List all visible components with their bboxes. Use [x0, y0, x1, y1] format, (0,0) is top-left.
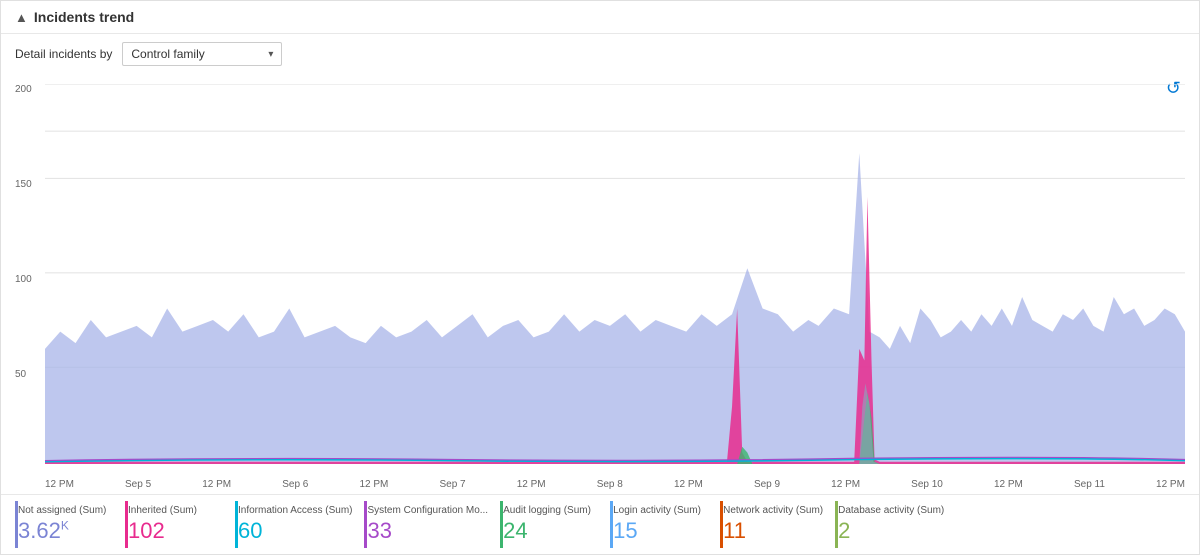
- legend-name-6: Network activity (Sum): [723, 505, 823, 516]
- legend-name-4: Audit logging (Sum): [503, 505, 591, 516]
- legend-name-0: Not assigned (Sum): [18, 505, 106, 516]
- legend-item-4: Audit logging (Sum) 24: [500, 501, 610, 548]
- x-label-6: 12 PM: [994, 479, 1023, 490]
- legend-item-1: Inherited (Sum) 102: [125, 501, 235, 548]
- y-axis: 200 150 100 50: [15, 84, 32, 464]
- legend-value-0: 3.62K: [18, 518, 69, 544]
- legend-item-3: System Configuration Mo... 33: [364, 501, 500, 548]
- legend-value-1: 102: [128, 518, 165, 544]
- legend-value-6: 11: [723, 518, 746, 544]
- x-label-sep8: Sep 8: [597, 479, 623, 490]
- legend-item-7: Database activity (Sum) 2: [835, 501, 956, 548]
- not-assigned-area: [45, 153, 1185, 464]
- control-family-dropdown[interactable]: Control family ▾: [122, 42, 282, 66]
- legend-area: Not assigned (Sum) 3.62K Inherited (Sum) 10…: [1, 494, 1199, 554]
- legend-item-0: Not assigned (Sum) 3.62K: [15, 501, 125, 548]
- x-label-0: 12 PM: [45, 479, 74, 490]
- x-label-sep5: Sep 5: [125, 479, 151, 490]
- legend-value-4: 24: [503, 518, 527, 544]
- detail-by-label: Detail incidents by: [15, 47, 112, 61]
- legend-item-6: Network activity (Sum) 11: [720, 501, 835, 548]
- legend-name-2: Information Access (Sum): [238, 505, 352, 516]
- panel-header: ▲ Incidents trend: [1, 1, 1199, 34]
- y-label-50: 50: [15, 369, 32, 380]
- panel-title: Incidents trend: [34, 9, 134, 25]
- x-label-4: 12 PM: [674, 479, 703, 490]
- legend-value-2: 60: [238, 518, 262, 544]
- x-label-sep10: Sep 10: [911, 479, 943, 490]
- x-label-7: 12 PM: [1156, 479, 1185, 490]
- x-label-sep9: Sep 9: [754, 479, 780, 490]
- dropdown-value: Control family: [131, 47, 204, 61]
- y-label-150: 150: [15, 179, 32, 190]
- legend-value-3: 33: [367, 518, 391, 544]
- chart-area: ↺ 200 150 100 50: [1, 74, 1199, 494]
- x-label-3: 12 PM: [517, 479, 546, 490]
- legend-name-7: Database activity (Sum): [838, 505, 944, 516]
- x-label-2: 12 PM: [359, 479, 388, 490]
- collapse-icon[interactable]: ▲: [15, 10, 28, 25]
- legend-item-2: Information Access (Sum) 60: [235, 501, 364, 548]
- y-label-200: 200: [15, 84, 32, 95]
- legend-name-5: Login activity (Sum): [613, 505, 701, 516]
- toolbar: Detail incidents by Control family ▾: [1, 34, 1199, 74]
- incidents-trend-panel: ▲ Incidents trend Detail incidents by Co…: [0, 0, 1200, 555]
- legend-name-3: System Configuration Mo...: [367, 505, 488, 516]
- legend-value-7: 2: [838, 518, 850, 544]
- chart-svg: [45, 84, 1185, 464]
- legend-value-5: 15: [613, 518, 637, 544]
- chevron-down-icon: ▾: [268, 49, 273, 60]
- x-axis: 12 PM Sep 5 12 PM Sep 6 12 PM Sep 7 12 P…: [45, 479, 1185, 490]
- chart-svg-container: [45, 84, 1185, 464]
- x-label-sep6: Sep 6: [282, 479, 308, 490]
- x-label-5: 12 PM: [831, 479, 860, 490]
- legend-name-1: Inherited (Sum): [128, 505, 197, 516]
- x-label-sep7: Sep 7: [439, 479, 465, 490]
- x-label-1: 12 PM: [202, 479, 231, 490]
- y-label-100: 100: [15, 274, 32, 285]
- x-label-sep11: Sep 11: [1074, 479, 1105, 490]
- legend-item-5: Login activity (Sum) 15: [610, 501, 720, 548]
